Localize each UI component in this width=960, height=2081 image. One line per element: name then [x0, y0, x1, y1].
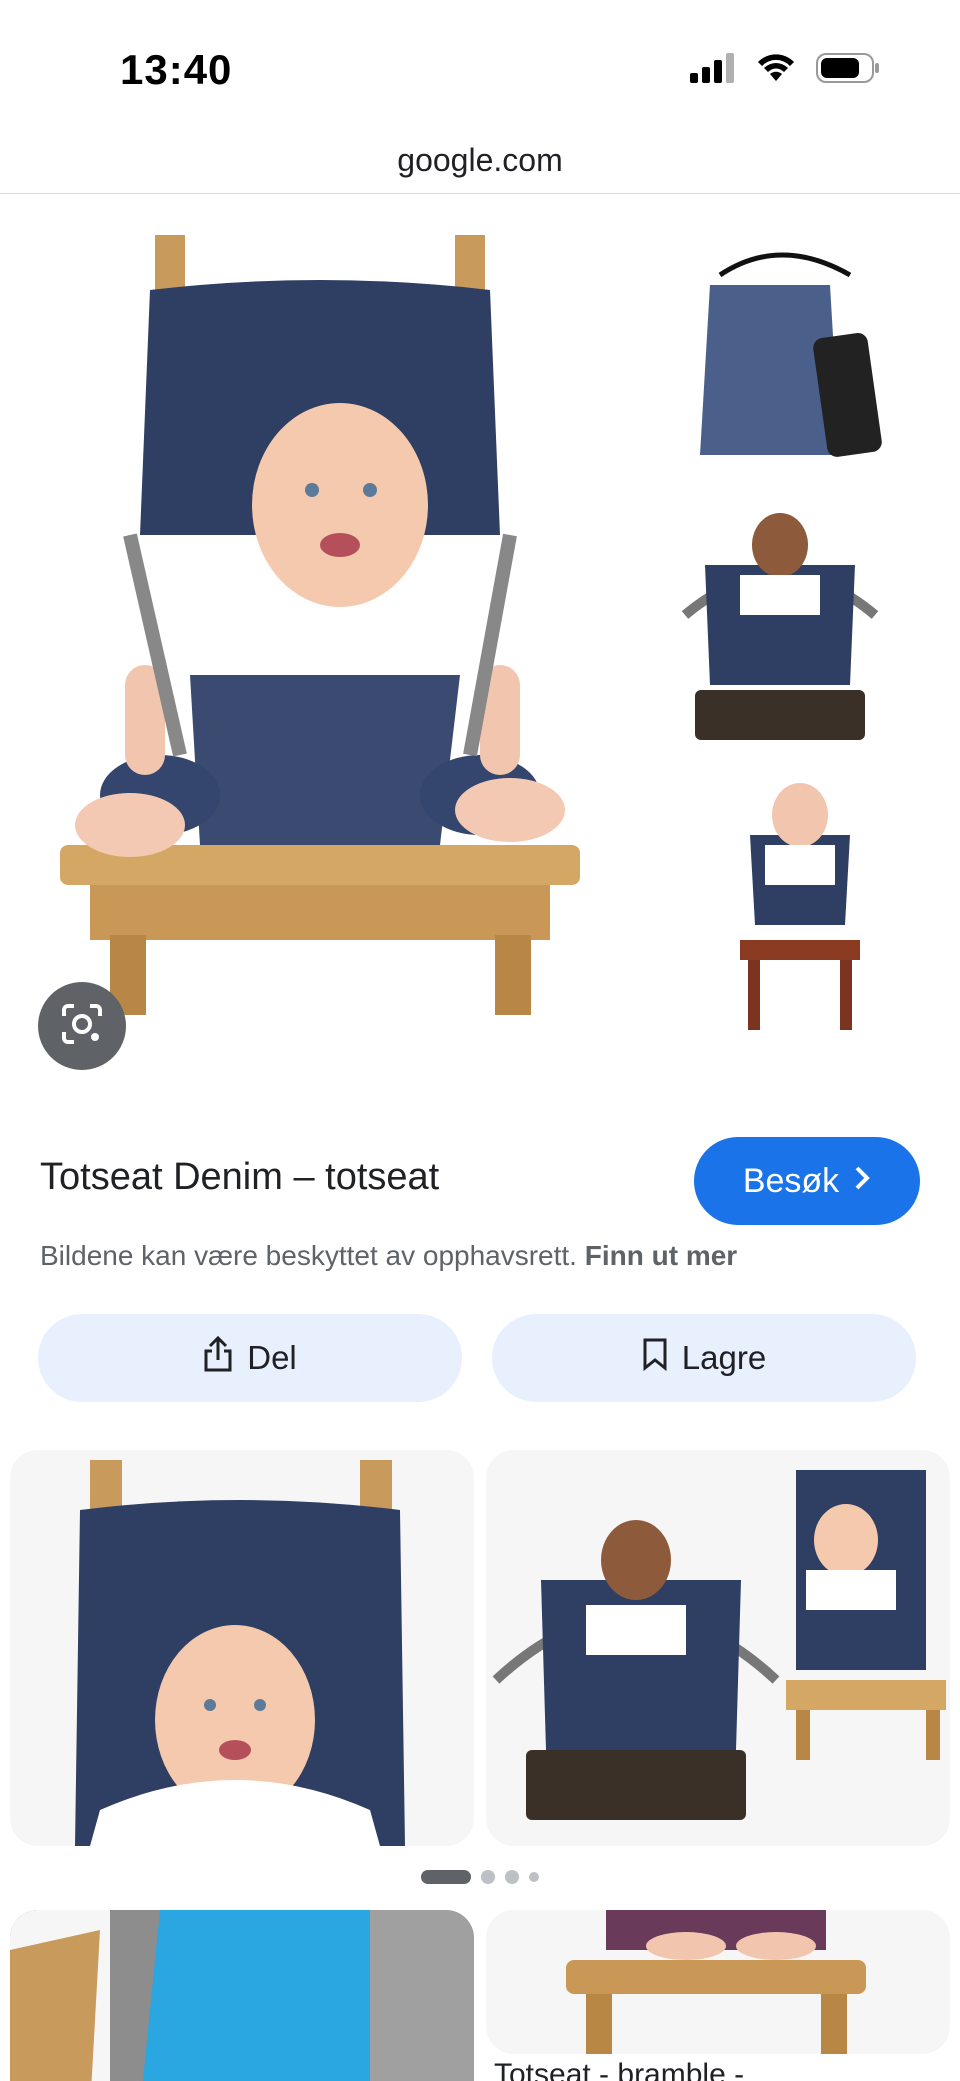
status-bar: 13:40 — [0, 0, 960, 130]
bookmark-icon — [642, 1337, 668, 1379]
save-label: Lagre — [681, 1339, 767, 1376]
wifi-icon — [756, 53, 796, 88]
pager-dot[interactable] — [481, 1870, 495, 1884]
url-bar[interactable]: google.com — [0, 130, 960, 194]
pager-dots — [0, 1870, 960, 1884]
share-icon — [203, 1335, 233, 1380]
related-image-4[interactable] — [486, 1910, 950, 2054]
share-button[interactable]: Del — [38, 1314, 462, 1402]
pager-dot[interactable] — [529, 1872, 539, 1882]
chevron-right-icon — [853, 1162, 871, 1201]
signal-icon — [690, 53, 736, 88]
copyright-notice: Bildene kan være beskyttet av opphavsret… — [40, 1240, 737, 1272]
image-viewer — [0, 195, 960, 1095]
related-image-4-title[interactable]: Totseat - bramble - — [494, 2058, 744, 2081]
main-image[interactable] — [40, 235, 600, 1015]
clock: 13:40 — [120, 46, 233, 93]
thumbnail-metal-chair[interactable] — [665, 505, 895, 755]
pager-dot-active[interactable] — [421, 1870, 471, 1884]
copyright-text: Bildene kan være beskyttet av opphavsret… — [40, 1240, 577, 1271]
battery-icon — [816, 52, 880, 89]
visit-button[interactable]: Besøk — [694, 1137, 920, 1225]
related-image-3[interactable] — [10, 1910, 474, 2081]
status-icons — [690, 52, 880, 89]
lens-button[interactable] — [38, 982, 126, 1070]
visit-label: Besøk — [742, 1161, 840, 1200]
share-label: Del — [247, 1339, 297, 1376]
lens-icon — [58, 1000, 106, 1053]
learn-more-link[interactable]: Finn ut mer — [585, 1240, 737, 1271]
save-button[interactable]: Lagre — [492, 1314, 916, 1402]
thumbnail-small-chair[interactable] — [720, 775, 880, 1035]
related-image-1[interactable] — [10, 1450, 474, 1846]
url-text: google.com — [397, 142, 563, 178]
result-title[interactable]: Totseat Denim – totseat — [40, 1156, 439, 1199]
thumbnail-bag[interactable] — [680, 215, 900, 465]
pager-dot[interactable] — [505, 1870, 519, 1884]
related-image-2[interactable] — [486, 1450, 950, 1846]
